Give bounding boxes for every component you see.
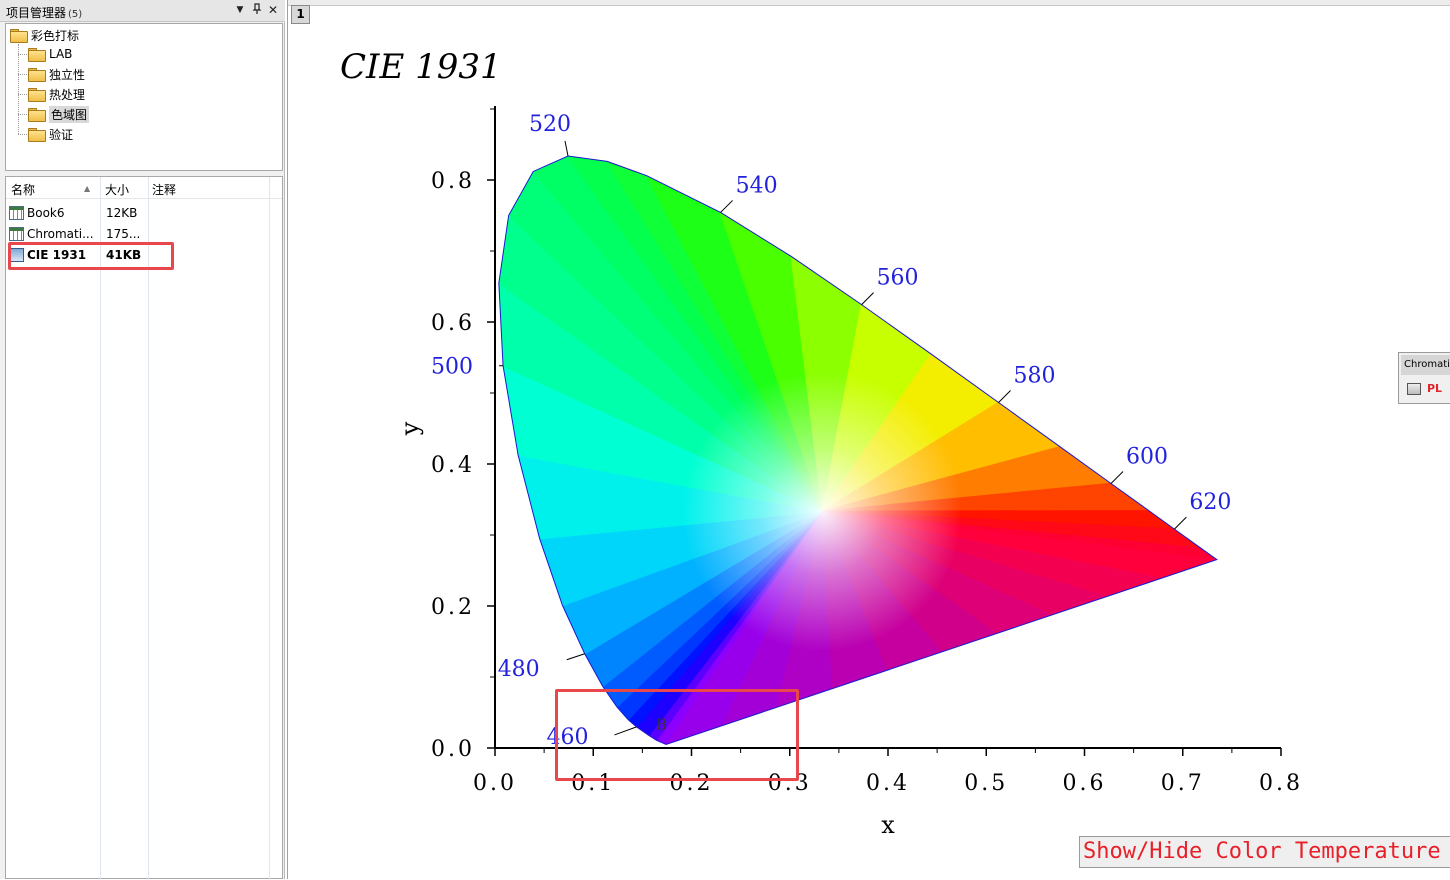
white-point-glow xyxy=(682,371,963,652)
column-divider xyxy=(269,177,270,880)
tree-folder-label: 色域图 xyxy=(49,105,90,123)
mini-panel-title: Chromati xyxy=(1401,355,1450,375)
project-explorer: 项目管理器 (5) ▼ ✕ 彩色打标 LAB 独立性 热处理 色域图 验证 名称… xyxy=(0,0,285,880)
item-size: 175... xyxy=(106,227,141,241)
item-name: Book6 xyxy=(27,206,65,220)
wavelength-leader xyxy=(1110,471,1124,484)
open-folder-icon xyxy=(28,108,46,122)
tree-folder-lab[interactable]: LAB xyxy=(28,45,72,63)
tree-root-label: 彩色打标 xyxy=(31,28,80,43)
point-label: B xyxy=(656,715,667,733)
tree-connector xyxy=(18,134,27,135)
item-size: 41KB xyxy=(106,248,142,262)
explorer-title-text: 项目管理器 xyxy=(6,6,67,20)
y-tick-label: 0.6 xyxy=(431,311,475,336)
wavelength-leader xyxy=(720,200,733,213)
list-header: 名称 ▲ 大小 注释 xyxy=(6,177,282,199)
workbook-icon xyxy=(9,206,24,220)
x-axis-label: x xyxy=(881,811,895,839)
dropdown-icon[interactable]: ▼ xyxy=(233,3,247,18)
x-tick-label: 0.7 xyxy=(1161,771,1205,796)
mini-panel-label[interactable]: PL xyxy=(1427,382,1442,395)
list-item[interactable]: Chromati... 175... xyxy=(9,224,279,244)
column-header-comment[interactable]: 注释 xyxy=(152,181,176,198)
folder-tree: 彩色打标 LAB 独立性 热处理 色域图 验证 xyxy=(5,23,283,171)
y-tick-label: 0.4 xyxy=(431,453,475,478)
tree-folder-independence[interactable]: 独立性 xyxy=(28,65,85,83)
wavelength-leader xyxy=(566,653,585,661)
wavelength-label: 600 xyxy=(1126,445,1168,470)
graph-icon xyxy=(9,248,24,262)
column-divider xyxy=(148,177,149,880)
explorer-title: 项目管理器 (5) xyxy=(6,4,82,21)
tree-root-folder[interactable]: 彩色打标 xyxy=(10,26,79,44)
tree-connector xyxy=(18,114,27,115)
wavelength-leader xyxy=(564,140,569,157)
explorer-titlebar: 项目管理器 (5) ▼ ✕ xyxy=(0,0,285,22)
column-divider xyxy=(100,177,101,880)
x-tick-label: 0.1 xyxy=(571,771,615,796)
sort-ascending-icon: ▲ xyxy=(84,184,91,193)
chromaticity-mini-panel[interactable]: Chromati PL xyxy=(1398,352,1450,404)
wavelength-label: 460 xyxy=(546,725,588,750)
list-item[interactable]: Book6 12KB xyxy=(9,203,279,223)
wavelength-leader xyxy=(1174,516,1187,530)
tree-connector xyxy=(18,54,27,55)
folder-icon xyxy=(28,128,46,142)
tree-folder-verify[interactable]: 验证 xyxy=(28,125,73,143)
x-tick-label: 0.6 xyxy=(1063,771,1107,796)
workbook-icon xyxy=(9,227,24,241)
column-header-size[interactable]: 大小 xyxy=(105,181,129,198)
y-tick-label: 0.8 xyxy=(431,169,475,194)
column-header-name[interactable]: 名称 xyxy=(11,181,35,198)
x-tick-label: 0.3 xyxy=(768,771,812,796)
folder-icon xyxy=(28,68,46,82)
list-item-selected[interactable]: CIE 1931 41KB xyxy=(9,245,279,265)
x-tick-label: 0.5 xyxy=(964,771,1008,796)
x-tick-label: 0.2 xyxy=(670,771,714,796)
wavelength-leader xyxy=(998,390,1011,403)
item-name: CIE 1931 xyxy=(27,248,87,262)
item-size: 12KB xyxy=(106,206,138,220)
pin-icon[interactable] xyxy=(250,3,264,18)
tree-connector xyxy=(18,44,19,134)
print-icon[interactable] xyxy=(1407,383,1421,395)
graph-window: 1 CIE 1931 0.0 0.1 0.2 0.3 0.4 0.5 0.6 0.7 0.8 0.… xyxy=(287,0,1450,879)
show-hide-color-temperature-button[interactable]: Show/Hide Color Temperature xyxy=(1079,836,1450,868)
x-tick-label: 0.0 xyxy=(473,771,517,796)
tree-folder-heat-treatment[interactable]: 热处理 xyxy=(28,85,85,103)
y-tick-label: 0.2 xyxy=(431,595,475,620)
wavelength-leader xyxy=(614,726,637,736)
tree-folder-gamut[interactable]: 色域图 xyxy=(28,105,90,123)
item-name: Chromati... xyxy=(27,227,94,241)
folder-icon xyxy=(10,29,28,43)
wavelength-label: 480 xyxy=(498,657,540,682)
tree-folder-label: LAB xyxy=(49,47,73,61)
wavelength-label: 520 xyxy=(529,112,571,137)
folder-icon xyxy=(28,88,46,102)
wavelength-leader xyxy=(861,292,874,305)
close-icon[interactable]: ✕ xyxy=(266,3,280,18)
wavelength-label: 540 xyxy=(736,173,778,198)
wavelength-label: 500 xyxy=(431,355,473,380)
file-list: 名称 ▲ 大小 注释 Book6 12KB Chromati... 175...… xyxy=(5,176,283,880)
tree-folder-label: 独立性 xyxy=(49,67,86,82)
y-axis-label: y xyxy=(396,421,424,436)
tree-connector xyxy=(18,94,27,95)
wavelength-label: 580 xyxy=(1014,364,1056,389)
chart-title: CIE 1931 xyxy=(340,47,502,87)
y-tick-label: 0.0 xyxy=(431,737,475,762)
wavelength-label: 620 xyxy=(1189,490,1231,515)
tree-folder-label: 验证 xyxy=(49,127,74,142)
cie-chart[interactable]: CIE 1931 0.0 0.1 0.2 0.3 0.4 0.5 0.6 0.7 0.8 0.0 0… xyxy=(288,0,1450,879)
tree-connector xyxy=(18,74,27,75)
pin-glyph xyxy=(252,3,262,14)
gamut-color-fill xyxy=(498,156,1217,745)
wavelength-label: 560 xyxy=(877,266,919,291)
x-tick-label: 0.8 xyxy=(1259,771,1303,796)
folder-icon xyxy=(28,48,46,62)
x-tick-label: 0.4 xyxy=(866,771,910,796)
tree-folder-label: 热处理 xyxy=(49,87,86,102)
explorer-item-count: (5) xyxy=(68,9,83,20)
